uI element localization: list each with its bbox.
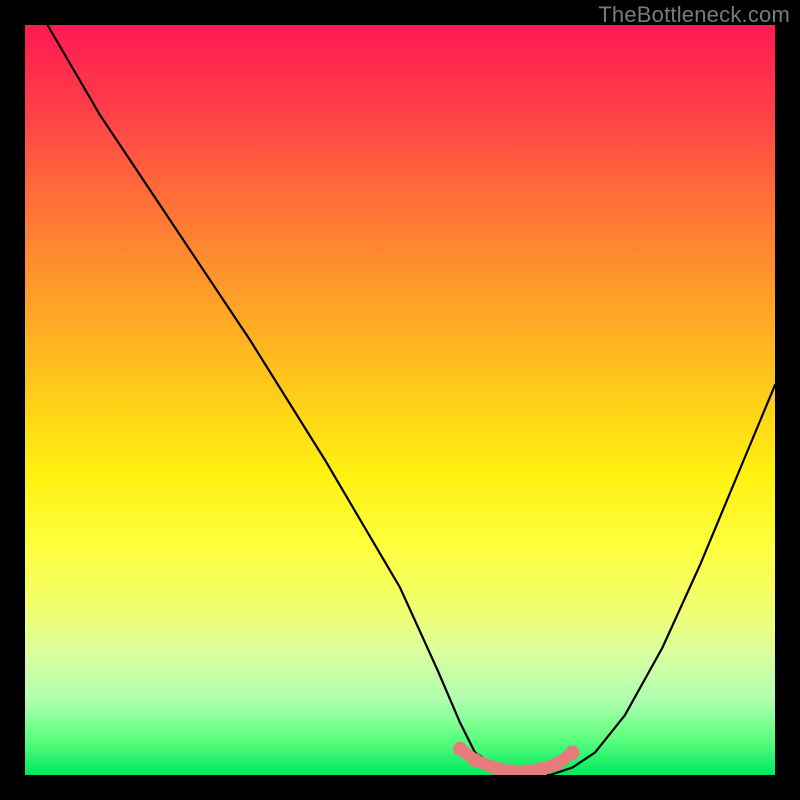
plot-area [25, 25, 775, 775]
chart-svg [25, 25, 775, 775]
highlight-marker [453, 742, 467, 756]
chart-container: TheBottleneck.com [0, 0, 800, 800]
bottleneck-curve [48, 25, 776, 775]
highlight-marker [551, 757, 565, 771]
highlight-marker [468, 753, 482, 767]
highlight-marker [566, 746, 580, 760]
